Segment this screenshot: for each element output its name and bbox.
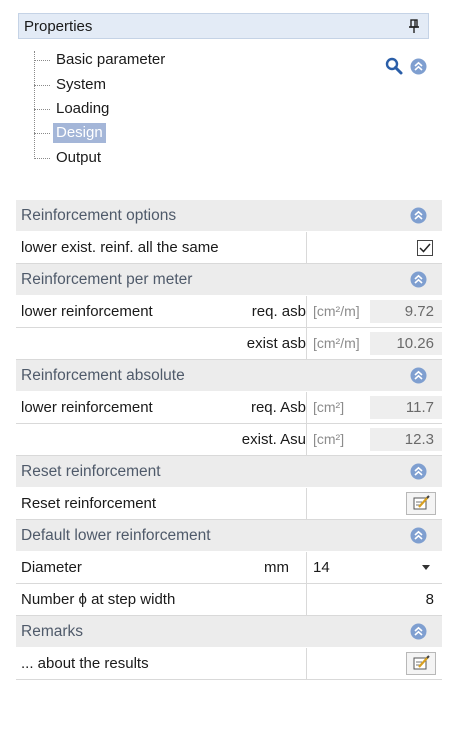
- readonly-value: 11.7: [370, 396, 442, 419]
- section-reinforcement-options[interactable]: Reinforcement options: [16, 200, 442, 232]
- section-remarks[interactable]: Remarks: [16, 616, 442, 648]
- collapse-icon[interactable]: [410, 207, 427, 224]
- edit-button-icon[interactable]: [406, 492, 436, 515]
- section-reinforcement-per-meter[interactable]: Reinforcement per meter: [16, 264, 442, 296]
- section-title: Reset reinforcement: [21, 462, 161, 480]
- navigation-tree: Basic parameter System Loading Design Ou…: [34, 49, 234, 174]
- tree-item-design[interactable]: Design: [34, 122, 106, 144]
- property-label: lower exist. reinf. all the same: [21, 239, 219, 256]
- property-grid: Reinforcement options lower exist. reinf…: [16, 200, 442, 680]
- diameter-select[interactable]: 14: [307, 552, 442, 583]
- property-sublabel: req. asb: [251, 303, 306, 320]
- select-value: 14: [313, 559, 330, 576]
- properties-header: Properties: [18, 13, 429, 39]
- property-row-abs-req: lower reinforcement req. Asb [cm²] 11.7: [16, 392, 442, 424]
- tree-item-loading[interactable]: Loading: [34, 98, 112, 120]
- search-icon[interactable]: [384, 56, 404, 76]
- section-title: Reinforcement options: [21, 206, 177, 224]
- property-label: lower reinforcement: [21, 303, 153, 320]
- tree-item-output[interactable]: Output: [34, 147, 104, 169]
- unit-label: [cm²/m]: [313, 335, 360, 351]
- section-reinforcement-absolute[interactable]: Reinforcement absolute: [16, 360, 442, 392]
- tree-item-system[interactable]: System: [34, 74, 109, 96]
- property-label: Number ϕ at step width: [21, 591, 176, 608]
- section-title: Default lower reinforcement: [21, 526, 211, 544]
- readonly-value: 10.26: [370, 332, 442, 355]
- properties-title: Properties: [24, 17, 93, 35]
- section-title: Remarks: [21, 622, 84, 640]
- property-row-diameter: Diameter mm 14: [16, 552, 442, 584]
- readonly-value: 12.3: [370, 428, 442, 451]
- unit-label: [cm²]: [313, 431, 345, 447]
- tree-item-label: Design: [53, 123, 106, 143]
- readonly-value: 9.72: [370, 300, 442, 323]
- unit-label: [cm²]: [313, 399, 345, 415]
- tree-item-label: System: [56, 76, 107, 93]
- tree-item-label: Loading: [56, 100, 110, 117]
- collapse-icon[interactable]: [410, 623, 427, 640]
- section-title: Reinforcement per meter: [21, 270, 193, 288]
- tree-item-label: Basic parameter: [56, 51, 166, 68]
- property-sublabel: exist. Asu: [241, 431, 306, 448]
- property-label: ... about the results: [21, 655, 149, 672]
- property-row-reset: Reset reinforcement: [16, 488, 442, 520]
- collapse-icon[interactable]: [410, 527, 427, 544]
- tree-item-basic-parameter[interactable]: Basic parameter: [34, 49, 168, 71]
- edit-button-icon[interactable]: [406, 652, 436, 675]
- collapse-icon[interactable]: [410, 463, 427, 480]
- number-input[interactable]: 8: [426, 584, 434, 615]
- property-sublabel: req. Asb: [250, 399, 306, 416]
- section-reset-reinforcement[interactable]: Reset reinforcement: [16, 456, 442, 488]
- property-row-per-meter-req: lower reinforcement req. asb [cm²/m] 9.7…: [16, 296, 442, 328]
- property-row-per-meter-exist: exist asb [cm²/m] 10.26: [16, 328, 442, 360]
- collapse-icon[interactable]: [410, 367, 427, 384]
- property-sublabel: exist asb: [246, 335, 306, 352]
- property-row-abs-exist: exist. Asu [cm²] 12.3: [16, 424, 442, 456]
- section-title: Reinforcement absolute: [21, 366, 185, 384]
- collapse-all-icon[interactable]: [410, 58, 427, 75]
- pin-icon[interactable]: [407, 18, 421, 34]
- tree-item-label: Output: [56, 149, 102, 166]
- unit-label: mm: [264, 559, 289, 576]
- collapse-icon[interactable]: [410, 271, 427, 288]
- property-row-remarks: ... about the results: [16, 648, 442, 680]
- chevron-down-icon[interactable]: [422, 565, 430, 570]
- checkbox-lower-exist-same[interactable]: [417, 240, 433, 256]
- property-row-lower-exist-same: lower exist. reinf. all the same: [16, 232, 442, 264]
- property-row-number-phi: Number ϕ at step width 8: [16, 584, 442, 616]
- property-label: lower reinforcement: [21, 399, 153, 416]
- section-default-lower-reinforcement[interactable]: Default lower reinforcement: [16, 520, 442, 552]
- unit-label: [cm²/m]: [313, 303, 360, 319]
- property-label: Reset reinforcement: [21, 495, 157, 512]
- property-label: Diameter: [21, 559, 82, 576]
